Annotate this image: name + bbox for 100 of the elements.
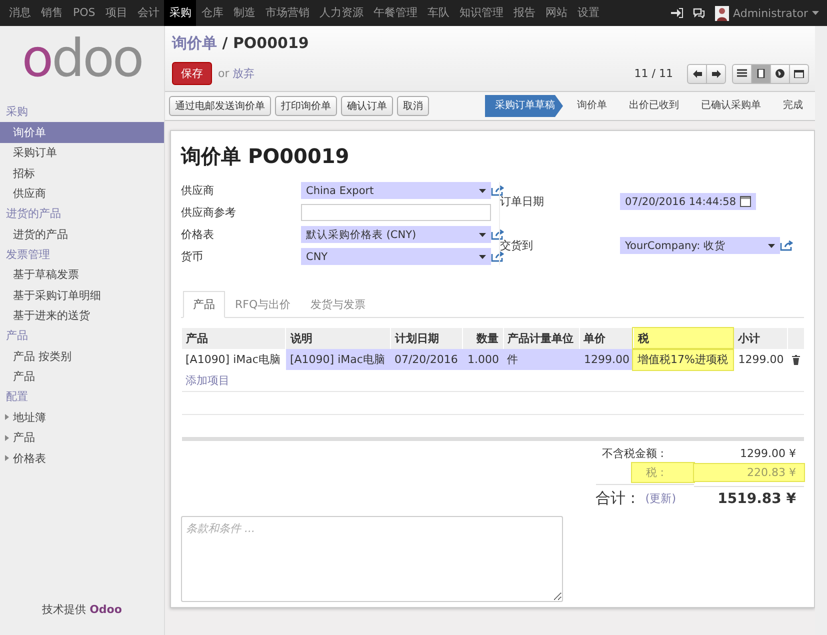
sidebar-item[interactable]: 基于草稿发票 [0, 264, 164, 285]
external-link-icon[interactable] [491, 229, 504, 240]
field-label: 价格表 [181, 227, 215, 242]
caret-icon [479, 254, 486, 258]
discard-link[interactable]: 放弃 [232, 66, 254, 81]
powered-by-text: 技术提供 Odoo [42, 603, 122, 616]
sidebar-item[interactable]: 采购订单 [0, 142, 164, 163]
action-button[interactable]: 确认订单 [341, 96, 393, 116]
column-header: 单价 [579, 328, 634, 349]
table-cell: 07/20/2016 [390, 349, 463, 370]
input-field[interactable] [301, 204, 491, 221]
previous-icon [692, 70, 702, 78]
external-link-icon[interactable] [491, 185, 504, 196]
menu-item[interactable]: 项目 [100, 0, 132, 26]
expand-arrow-icon[interactable] [5, 455, 9, 462]
menu-item[interactable]: 仓库 [196, 0, 228, 26]
sign-in-icon[interactable] [671, 8, 683, 18]
pager-counter: 11 / 11 [634, 67, 673, 80]
menu-section-title: 进货的产品 [5, 206, 62, 222]
external-link-icon[interactable] [780, 240, 793, 251]
save-button[interactable]: 保存 [172, 62, 212, 85]
form-title: 询价单 PO00019 [181, 143, 350, 170]
menu-section-title: 产品 [5, 328, 29, 344]
total-label: 税 : [632, 463, 694, 482]
add-item-link[interactable]: 添加项目 [186, 374, 230, 387]
sidebar-item[interactable]: 产品 [0, 428, 164, 448]
sidebar-item[interactable]: 询价单 [0, 122, 164, 142]
table-cell: [A1090] iMac电脑 [182, 349, 286, 370]
column-header: 小计 [733, 328, 788, 349]
field-label: 交货到 [500, 238, 534, 253]
sidebar-item[interactable]: 价格表 [0, 448, 164, 468]
form-view-icon [756, 69, 766, 78]
chat-icon[interactable] [693, 8, 705, 18]
globe-icon [775, 69, 785, 78]
menu-item[interactable]: 人力资源 [314, 0, 368, 26]
form-view-button[interactable] [752, 64, 771, 82]
menu-item[interactable]: 会计 [132, 0, 164, 26]
caret-icon [812, 11, 819, 15]
menu-item[interactable]: 设置 [572, 0, 604, 26]
menu-item[interactable]: 车队 [422, 0, 454, 26]
sidebar-item[interactable]: 产品 按类别 [0, 346, 164, 366]
menu-item[interactable]: 制造 [228, 0, 260, 26]
or-text: or [218, 67, 230, 80]
select-field[interactable]: YourCompany: 收货 [620, 237, 780, 254]
external-link-icon[interactable] [491, 251, 504, 262]
column-header: 说明 [286, 328, 390, 349]
total-label: 合计 : [596, 489, 636, 508]
breadcrumb-link[interactable]: 询价单 [172, 34, 217, 52]
menu-item[interactable]: 报告 [508, 0, 540, 26]
column-header: 产品 [182, 328, 286, 349]
date-field[interactable]: 07/20/2016 14:44:58 [620, 193, 756, 210]
sidebar-item[interactable]: 地址簿 [0, 407, 164, 428]
menu-item[interactable]: 销售 [36, 0, 68, 26]
caret-icon [479, 232, 486, 236]
table-cell: 1299.00 [579, 349, 634, 370]
expand-arrow-icon[interactable] [5, 414, 9, 420]
select-field[interactable]: China Export [301, 182, 491, 199]
sidebar-item[interactable]: 进货的产品 [0, 224, 164, 244]
status-stage[interactable]: 采购订单草稿 [485, 95, 563, 117]
calendar-icon[interactable] [740, 196, 752, 207]
menu-item[interactable]: 午餐管理 [368, 0, 422, 26]
action-button[interactable]: 通过电邮发送询价单 [169, 96, 271, 116]
tab[interactable]: RFQ与出价 [225, 291, 301, 318]
sidebar-item[interactable]: 供应商 [0, 184, 164, 204]
menu-item[interactable]: POS [68, 0, 100, 26]
sidebar-item[interactable]: 基于进来的送货 [0, 306, 164, 326]
avatar-icon [715, 6, 729, 20]
menu-item[interactable]: 消息 [4, 0, 36, 26]
field-label: 供应商参考 [181, 205, 237, 220]
sidebar-item[interactable]: 基于采购订单明细 [0, 285, 164, 306]
expand-arrow-icon[interactable] [5, 434, 9, 441]
trash-icon[interactable] [792, 354, 800, 364]
sidebar-item[interactable]: 产品 [0, 366, 164, 387]
action-button[interactable]: 打印询价单 [275, 96, 337, 116]
menu-item[interactable]: 网站 [540, 0, 572, 26]
field-label: 订单日期 [500, 194, 545, 209]
column-header: 产品计量单位 [503, 328, 580, 349]
select-field[interactable]: 默认采购价格表 (CNY) [301, 226, 491, 243]
menu-item[interactable]: 市场营销 [260, 0, 314, 26]
sidebar-item[interactable]: 招标 [0, 163, 164, 184]
user-menu[interactable]: Administrator [733, 6, 808, 20]
action-button[interactable]: 取消 [397, 96, 429, 116]
update-link[interactable]: (更新) [645, 491, 676, 506]
select-field[interactable]: CNY [301, 248, 491, 265]
table-cell: 1299.00 [733, 349, 788, 370]
logo: odoo [22, 28, 142, 91]
menu-item[interactable]: 采购 [164, 0, 196, 26]
tab[interactable]: 产品 [183, 291, 225, 318]
field-label: 供应商 [181, 183, 215, 198]
breadcrumb-current: PO00019 [232, 34, 309, 52]
table-cell: [A1090] iMac电脑 [286, 349, 390, 370]
menu-section-title: 采购 [5, 104, 29, 120]
field-label: 货币 [181, 249, 204, 264]
menu-section-title: 配置 [5, 389, 29, 405]
total-value: 1519.83 ¥ [694, 486, 804, 506]
next-icon [712, 70, 720, 78]
column-header: 计划日期 [390, 328, 463, 349]
menu-item[interactable]: 知识管理 [454, 0, 508, 26]
tab[interactable]: 发货与发票 [300, 291, 376, 318]
notes-field[interactable]: 条款和条件 ... [181, 516, 563, 602]
